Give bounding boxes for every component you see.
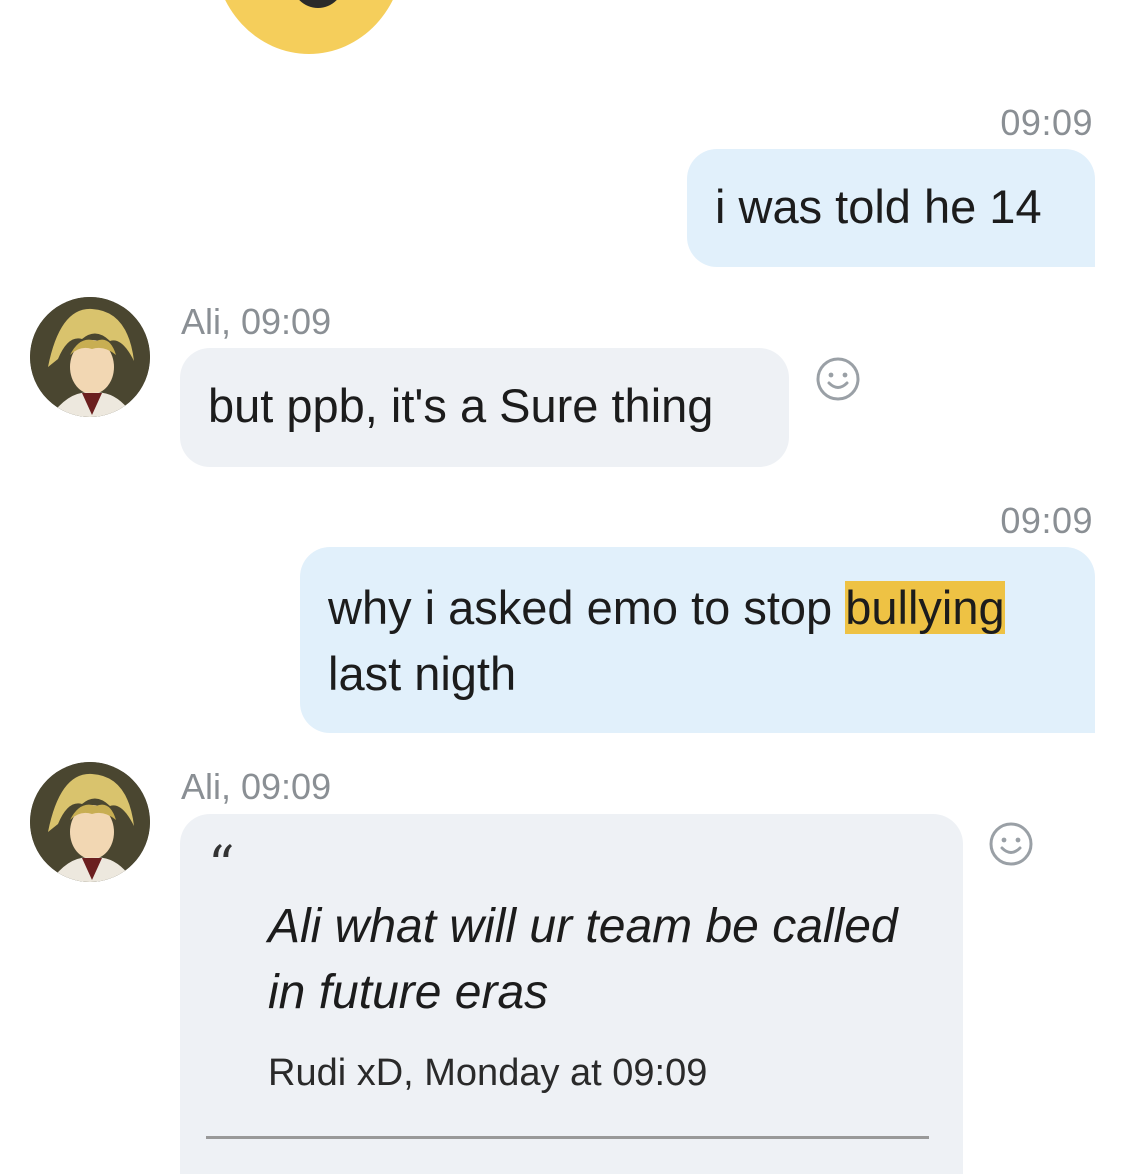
message-timestamp: 09:09 [1000,102,1093,143]
message-text: but ppb, it's a Sure thing [208,379,714,432]
smiley-face-icon[interactable] [815,356,861,402]
quote-mark-icon: “ [208,836,235,896]
sender-line: Ali, 09:09 [181,301,332,342]
quote-divider [206,1136,929,1139]
incoming-message-bubble[interactable]: but ppb, it's a Sure thing [180,348,789,467]
message-timestamp: 09:09 [1000,500,1093,541]
smiley-face-icon[interactable] [988,821,1034,867]
outgoing-message-bubble[interactable]: i was told he 14 [687,149,1095,267]
message-text-part: why i asked emo to stop [328,581,846,634]
message-text-part: last nigth [328,647,517,700]
highlighted-word: bullying [845,581,1005,634]
emoji-icon [214,0,404,54]
message-text: why i asked emo to stop bullying last ni… [328,575,1068,707]
avatar[interactable] [30,297,150,417]
incoming-quote-bubble[interactable]: “ Ali what will ur team be called in fut… [180,814,963,1174]
avatar[interactable] [30,762,150,882]
quoted-author: Rudi xD, Monday at 09:09 [268,1052,708,1094]
sender-line: Ali, 09:09 [181,766,332,807]
outgoing-message-bubble[interactable]: why i asked emo to stop bullying last ni… [300,547,1095,733]
quoted-text: Ali what will ur team be called in futur… [268,900,898,1019]
message-text: i was told he 14 [715,180,1042,233]
